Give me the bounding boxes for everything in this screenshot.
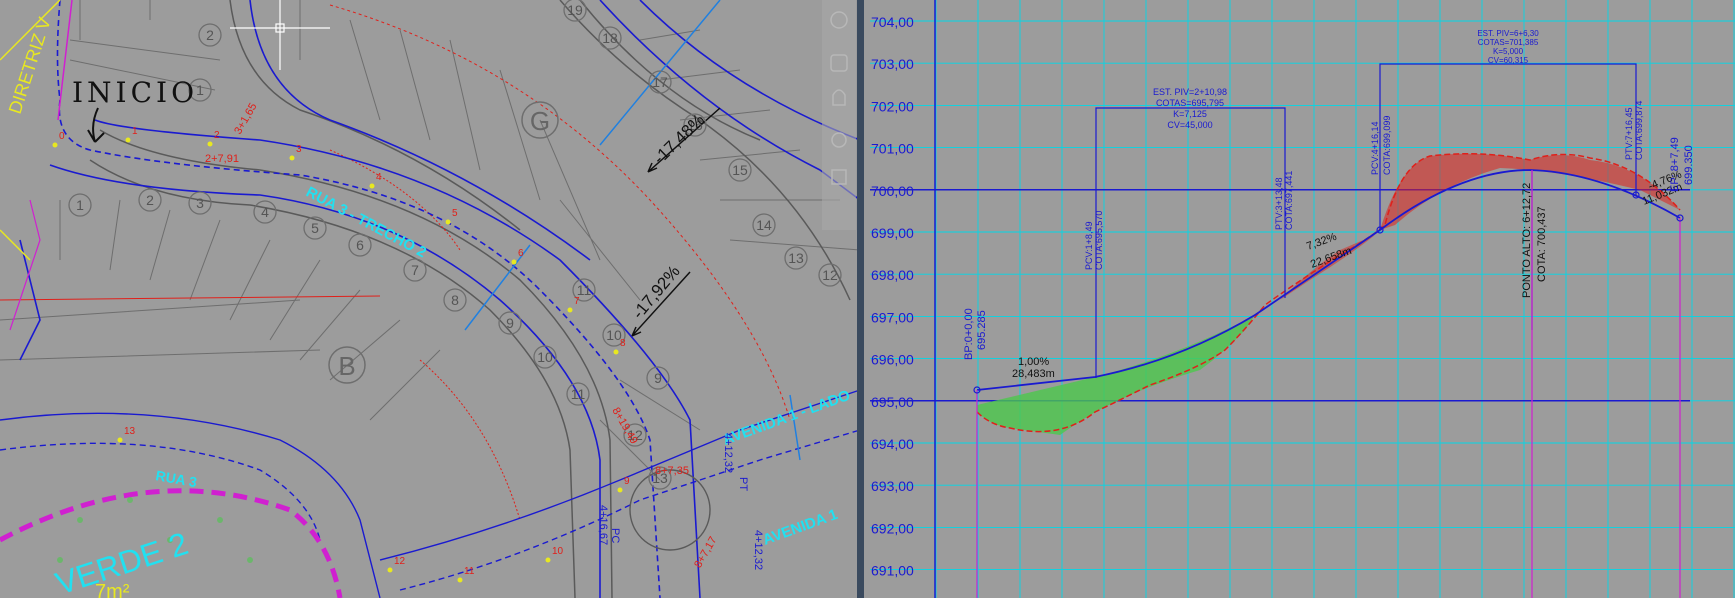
lot-number: 10: [533, 345, 557, 369]
station-number: 12: [394, 556, 406, 567]
station-number: 4: [376, 172, 382, 183]
station-label: 2+7,91: [205, 153, 239, 165]
elevation-label: 692,00: [871, 520, 914, 536]
pcv2-elevation: COTA:699,099: [1382, 116, 1392, 175]
station-label: PC: [609, 528, 621, 543]
station-number: 10: [552, 546, 564, 557]
station-label: 4+16,67: [597, 505, 609, 545]
lot-number-label: 18: [602, 30, 618, 46]
lot-number-label: 5: [311, 220, 319, 236]
elevation-label: 693,00: [871, 478, 914, 494]
station-number: 1: [132, 126, 138, 137]
piv1-title: EST. PIV=2+10,98: [1153, 87, 1227, 97]
piv2-cv: CV=60,315: [1488, 56, 1529, 65]
lot-number-label: 11: [571, 386, 586, 402]
lot-number: 12: [818, 263, 842, 287]
station-number: 0: [59, 131, 65, 142]
cad-application-window: 19 18 17 16 15 14 13 12 9 10 11 2 1 1 2 3 4 5 6 7 8 9 10 11 12 13…: [0, 0, 1735, 598]
station-number: 6: [518, 248, 524, 259]
station-number: 2: [214, 130, 220, 141]
piv1-cv: CV=45,000: [1167, 120, 1212, 130]
bp-elevation: 695.285: [976, 310, 988, 350]
lot-number-label: 8: [451, 292, 459, 308]
lot-number-label: 17: [652, 74, 668, 90]
lot-number-label: 2: [146, 192, 154, 208]
lot-number: 15: [728, 158, 752, 182]
viewport-separator[interactable]: [857, 0, 864, 598]
ptv1-station: PTV:3+13,48: [1274, 178, 1284, 230]
ep-station: EP: 8+7,49: [1669, 137, 1681, 192]
profile-viewport[interactable]: 704,00 703,00 702,00 701,00 700,00 699,00 698,…: [864, 0, 1735, 598]
segment1-length: 28,483m: [1012, 368, 1055, 380]
lot-number: 18: [598, 26, 622, 50]
elevation-label: 704,00: [871, 14, 914, 30]
block-b-label: B: [338, 351, 355, 381]
lot-number-label: 13: [788, 250, 804, 266]
lot-number-label: 14: [756, 217, 772, 233]
ptv1-elevation: COTA:697,441: [1284, 171, 1294, 230]
segment1-slope: 1,00%: [1018, 356, 1049, 368]
elevation-label: 701,00: [871, 141, 914, 157]
piv2-elevation: COTAS=701,385: [1478, 38, 1539, 47]
station-number: 9: [624, 476, 630, 487]
green-area-size: 7m²: [95, 581, 130, 598]
lot-number-label: 4: [261, 204, 269, 220]
block-g-label: G: [530, 106, 550, 136]
ptv2-station: PTV:7+16,45: [1624, 108, 1634, 160]
station-number: 7: [574, 296, 580, 307]
piv2-title: EST. PIV=6+6,30: [1477, 29, 1539, 38]
station-number: 11: [464, 566, 475, 577]
lot-number-label: 15: [732, 162, 748, 178]
station-label: 4+12,32: [722, 433, 734, 473]
elevation-label: 699,00: [871, 225, 914, 241]
lot-number-label: 1: [76, 197, 84, 213]
lot-number-label: 9: [506, 315, 514, 331]
station-number: 3: [296, 144, 302, 155]
high-point-station: PONTO ALTO: 6+12,72: [1521, 183, 1533, 298]
elevation-label: 694,00: [871, 436, 914, 452]
elevation-label: 695,00: [871, 394, 914, 410]
elevation-label: 696,00: [871, 352, 914, 368]
station-number: 8: [620, 338, 626, 349]
lot-number-label: 2: [206, 27, 214, 43]
lot-number-label: 19: [567, 2, 583, 18]
bp-station: BP:0+0,00: [963, 308, 975, 360]
lot-number-label: 10: [537, 349, 553, 365]
high-point-elevation: COTA: 700,437: [1536, 206, 1548, 282]
elevation-label: 700,00: [871, 183, 914, 199]
elevation-label: 697,00: [871, 309, 914, 325]
lot-number-label: 9: [654, 370, 662, 386]
piv2-k: K=5,000: [1493, 47, 1524, 56]
pcv1-elevation: COTA:695,570: [1094, 211, 1104, 270]
station-number: 5: [452, 208, 458, 219]
lot-number-label: 6: [356, 237, 364, 253]
ptv2-elevation: COTA:699,874: [1634, 101, 1644, 160]
elevation-label: 702,00: [871, 98, 914, 114]
lot-number: 14: [752, 213, 776, 237]
pcv1-station: PCV:1+8,49: [1084, 222, 1094, 270]
lot-number-label: 7: [411, 262, 419, 278]
lot-number: 17: [648, 70, 672, 94]
station-number: 13: [124, 426, 136, 437]
piv1-elevation: COTAS=695,795: [1156, 98, 1224, 108]
station-label: 8+7,35: [655, 465, 689, 477]
ep-elevation: 699.350: [1683, 145, 1695, 185]
pcv2-station: PCV:4+16,14: [1370, 122, 1380, 175]
station-label: 4+12,32: [752, 530, 764, 570]
lot-number-label: 3: [196, 195, 204, 211]
plan-viewport[interactable]: 191817161514131291011211 2 345678910111213…: [0, 0, 862, 598]
lot-number: 13: [784, 246, 808, 270]
lot-number-label: 12: [822, 267, 838, 283]
nav-toolbar-strip[interactable]: [822, 0, 856, 230]
lot-number: 19: [563, 0, 587, 22]
station-label: PT: [737, 477, 749, 491]
elevation-label: 703,00: [871, 56, 914, 72]
inicio-annotation: INICIO: [72, 76, 198, 109]
piv1-k: K=7,125: [1173, 109, 1207, 119]
elevation-label: 691,00: [871, 563, 914, 579]
elevation-label: 698,00: [871, 267, 914, 283]
